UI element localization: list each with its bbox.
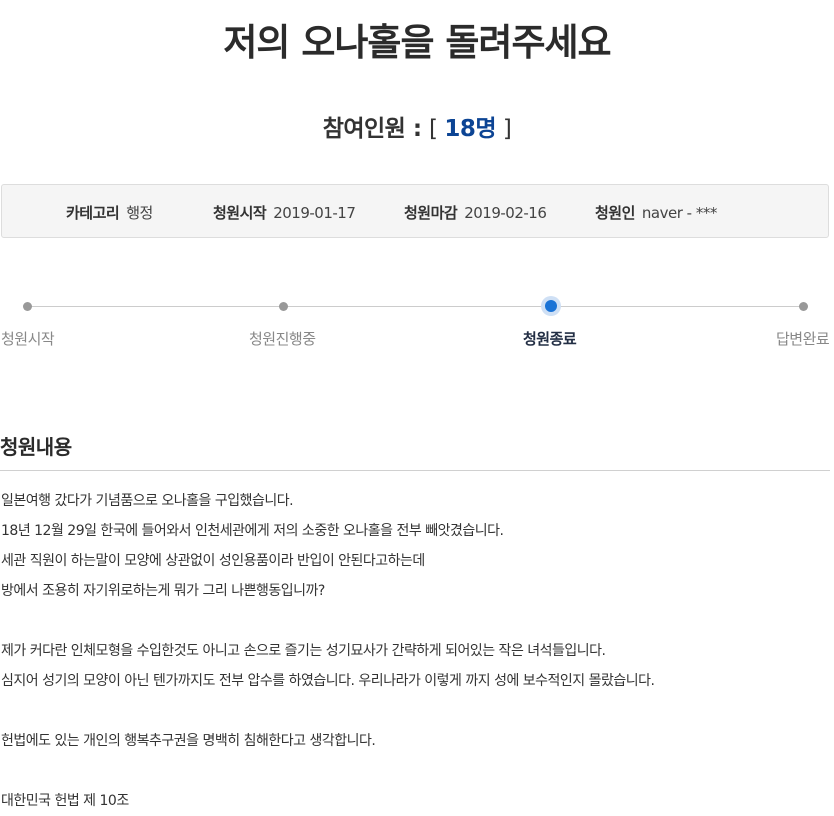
content-line [1,756,831,786]
content-line [1,606,831,636]
author-value: naver - *** [641,204,717,222]
content-line: 헌법에도 있는 개인의 행복추구권을 명백히 침해한다고 생각합니다. [1,733,376,749]
start-value: 2019-01-17 [273,204,356,222]
step-dot-start [23,302,32,311]
content-line: 세관 직원이 하는말이 모양에 상관없이 성인용품이라 반입이 안된다고하는데 [1,553,425,569]
category-label: 카테고리 [66,204,120,222]
petition-progress: 청원시작 청원진행중 청원종료 답변완료 [0,290,834,360]
category-value: 행정 [126,204,153,222]
content-line: 제가 커다란 인체모형을 수입한것도 아니고 손으로 즐기는 성기묘사가 간략하… [1,643,606,659]
progress-line [27,306,803,307]
participants-label: 참여인원 : [322,116,430,142]
participants-number: 18명 [444,116,497,142]
petition-info-box: 카테고리 행정 청원시작 2019-01-17 청원마감 2019-02-16 청원인… [1,184,829,238]
content-line: 방에서 조용히 자기위로하는게 뭐가 그리 나쁜행동입니까? [1,583,325,599]
step-label-start: 청원시작 [1,330,55,348]
content-line: 일본여행 갔다가 기념품으로 오나홀을 구입했습니다. [1,493,294,509]
end-value: 2019-02-16 [464,204,547,222]
start-label: 청원시작 [213,204,267,222]
petition-content: 일본여행 갔다가 기념품으로 오나홀을 구입했습니다. 18년 12월 29일 … [1,486,831,816]
step-dot-answered [799,302,808,311]
step-dot-in-progress [279,302,288,311]
content-line: 18년 12월 29일 한국에 들어와서 인천세관에게 저의 소중한 오나홀을 … [1,523,504,539]
step-label-answered: 답변완료 [776,330,830,348]
step-dot-ended [545,300,557,312]
bracket-close: ] [496,116,512,142]
info-start-date: 청원시작 2019-01-17 [213,202,356,223]
step-label-in-progress: 청원진행중 [249,330,316,348]
info-end-date: 청원마감 2019-02-16 [404,202,547,223]
petition-title: 저의 오나홀을 돌려주세요 [223,21,611,64]
section-title-content: 청원내용 [0,435,72,459]
content-line: 심지어 성기의 모양이 아닌 텐가까지도 전부 압수를 하였습니다. 우리나라가… [1,673,655,689]
end-label: 청원마감 [404,204,458,222]
participants-count: 참여인원 : [ 18명 ] [0,109,834,143]
info-category: 카테고리 행정 [66,202,153,223]
info-author: 청원인 naver - *** [595,202,717,223]
step-label-ended: 청원종료 [523,330,577,348]
author-label: 청원인 [595,204,635,222]
bracket-open: [ [429,116,445,142]
section-divider [0,470,830,471]
content-line [1,696,831,726]
content-line: 대한민국 헌법 제 10조 [1,793,129,809]
